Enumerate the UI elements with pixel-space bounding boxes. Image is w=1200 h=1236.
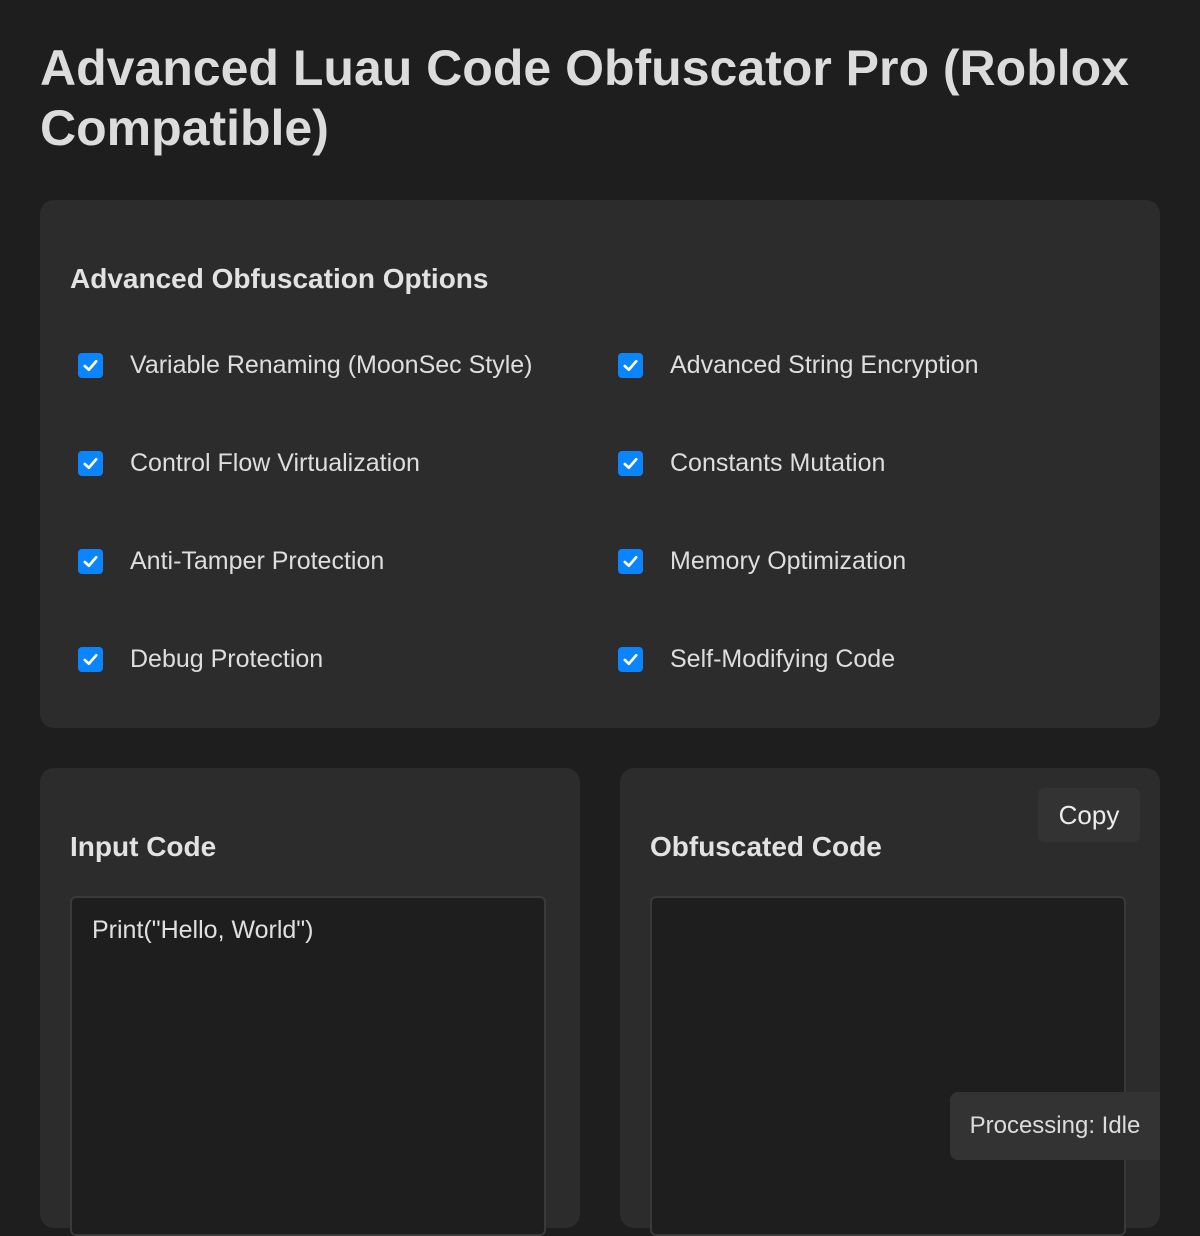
option-label: Variable Renaming (MoonSec Style) [130,350,533,379]
checkbox-checked-icon[interactable] [618,450,643,476]
obfuscated-code-textarea[interactable] [650,896,1126,1236]
checkbox-checked-icon[interactable] [618,352,643,378]
option-constants-mutation[interactable]: Constants Mutation [580,443,885,483]
output-heading: Obfuscated Code [650,831,882,862]
checkbox-checked-icon[interactable] [78,548,103,574]
processing-status: Processing: Idle [950,1092,1160,1160]
options-heading: Advanced Obfuscation Options [70,263,489,294]
option-label: Self-Modifying Code [670,644,896,673]
copy-button[interactable]: Copy [1038,788,1140,842]
option-string-encryption[interactable]: Advanced String Encryption [580,345,979,385]
checkbox-checked-icon[interactable] [618,646,643,672]
checkbox-checked-icon[interactable] [78,450,103,476]
option-label: Memory Optimization [670,546,907,575]
options-panel: Advanced Obfuscation Options Variable Re… [40,200,1160,728]
option-label: Advanced String Encryption [670,350,979,379]
input-panel: Input Code Print("Hello, World") [40,768,580,1236]
option-anti-tamper[interactable]: Anti-Tamper Protection [40,541,384,581]
checkbox-checked-icon[interactable] [78,646,103,672]
option-label: Control Flow Virtualization [130,448,420,477]
option-label: Constants Mutation [670,448,886,477]
option-self-modifying[interactable]: Self-Modifying Code [580,639,895,679]
option-variable-renaming[interactable]: Variable Renaming (MoonSec Style) [40,345,533,385]
option-control-flow[interactable]: Control Flow Virtualization [40,443,420,483]
page-title: Advanced Luau Code Obfuscator Pro (Roblo… [40,40,1129,156]
option-label: Anti-Tamper Protection [130,546,385,575]
input-heading: Input Code [70,831,217,862]
input-code-textarea[interactable]: Print("Hello, World") [70,896,546,1236]
checkbox-checked-icon[interactable] [618,548,643,574]
option-memory-optimization[interactable]: Memory Optimization [580,541,906,581]
option-label: Debug Protection [130,644,324,673]
checkbox-checked-icon[interactable] [78,352,103,378]
option-debug-protection[interactable]: Debug Protection [40,639,323,679]
